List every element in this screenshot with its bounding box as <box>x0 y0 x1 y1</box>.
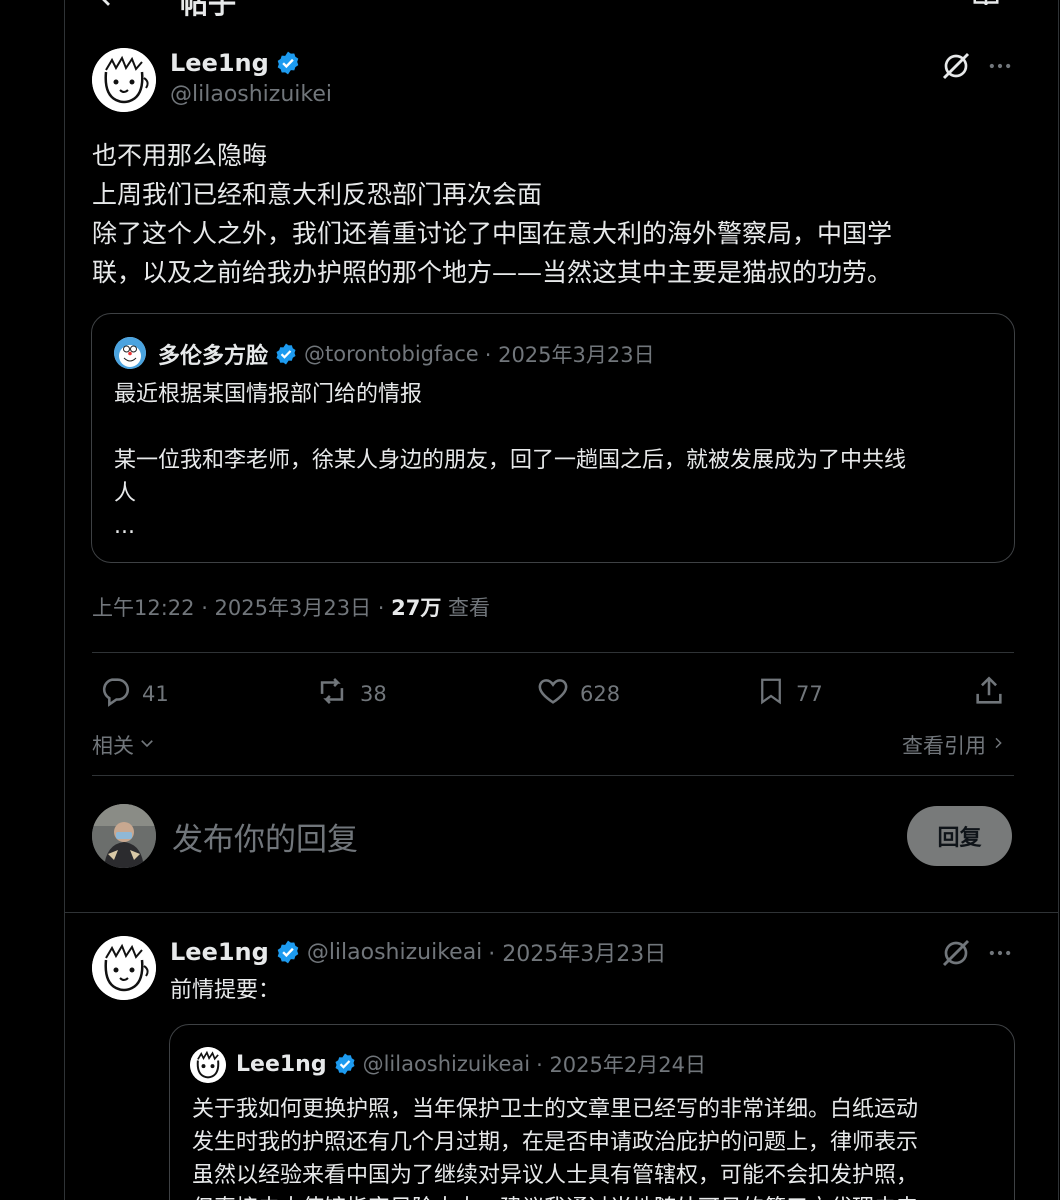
quote-line: 某一位我和李老师，徐某人身边的朋友，回了一趟国之后，就被发展成为了中共线 <box>114 448 907 473</box>
quoted-post[interactable]: Lee1ng @lilaoshizuikeai · 2025年2月24日 关于我… <box>169 1024 1015 1200</box>
avatar[interactable] <box>92 936 156 1000</box>
view-quotes-link[interactable]: 查看引用 <box>902 730 1006 760</box>
user-avatar[interactable] <box>92 804 156 868</box>
like-icon <box>536 674 570 713</box>
quote-date: · 2025年2月24日 <box>536 1053 706 1077</box>
like-count: 628 <box>580 681 621 706</box>
more-icon[interactable] <box>986 939 1014 971</box>
grok-icon[interactable] <box>940 50 972 86</box>
quote-line: 虽然以经验来看中国为了继续对异议人士具有管辖权，可能不会扣发护照， <box>192 1163 919 1188</box>
grok-icon[interactable] <box>940 937 972 973</box>
divider <box>92 652 1014 653</box>
column-left-border <box>64 0 65 1200</box>
avatar[interactable] <box>92 48 156 112</box>
quote-date: · 2025年3月23日 <box>484 343 655 367</box>
reader-icon[interactable] <box>970 0 1002 14</box>
quote-author-handle: @lilaoshizuikeai <box>362 1052 531 1076</box>
reply-text: 前情提要： <box>170 978 281 1003</box>
reply-button[interactable]: 41 <box>98 674 169 713</box>
repost-icon <box>314 674 350 713</box>
post-timestamp[interactable]: 上午12:22 · 2025年3月23日 · <box>92 596 384 620</box>
share-icon[interactable] <box>972 674 1006 712</box>
reply-input[interactable]: 发布你的回复 <box>172 814 358 859</box>
post-date[interactable]: · 2025年3月23日 <box>488 936 666 968</box>
quote-avatar <box>114 337 146 369</box>
verified-badge-icon <box>274 342 298 366</box>
quote-author-name: Lee1ng <box>236 1051 327 1077</box>
quote-line: 最近根据某国情报部门给的情报 <box>114 382 423 407</box>
quote-line: 关于我如何更换护照，当年保护卫士的文章里已经写的非常详细。白纸运动 <box>192 1097 919 1122</box>
divider <box>64 912 1058 913</box>
back-arrow-icon[interactable] <box>92 0 126 16</box>
bookmark-icon <box>756 674 786 713</box>
bookmark-count: 77 <box>796 681 823 706</box>
repost-count: 38 <box>360 681 387 706</box>
post-text: 也不用那么隐晦 上周我们已经和意大利反恐部门再次会面 除了这个人之外，我们还着重… <box>92 136 1032 292</box>
quote-avatar <box>190 1047 226 1083</box>
view-label: 查看 <box>448 596 491 620</box>
post-meta: 上午12:22 · 2025年3月23日 · 27万 查看 <box>92 592 490 622</box>
related-toggle[interactable]: 相关 <box>92 730 156 760</box>
quote-line: 发生时我的护照还有几个月过期，在是否申请政治庇护的问题上，律师表示 <box>192 1130 919 1155</box>
more-icon[interactable] <box>986 52 1014 84</box>
reply-submit-button[interactable]: 回复 <box>907 806 1012 866</box>
column-right-border <box>1058 0 1059 1200</box>
quote-author-handle: @torontobigface <box>304 342 479 366</box>
author-handle[interactable]: @lilaoshizuikeai <box>307 940 482 965</box>
quote-line: 人 <box>114 481 137 506</box>
reply-count: 41 <box>142 681 169 706</box>
view-count: 27万 <box>391 596 442 620</box>
quote-text: 最近根据某国情报部门给的情报 某一位我和李老师，徐某人身边的朋友，回了一趟国之后… <box>114 378 994 543</box>
bookmark-button[interactable]: 77 <box>756 674 823 713</box>
post-line: 上周我们已经和意大利反恐部门再次会面 <box>92 180 543 209</box>
post-line: 也不用那么隐晦 <box>92 141 268 170</box>
quote-text: 关于我如何更换护照，当年保护卫士的文章里已经写的非常详细。白纸运动 发生时我的护… <box>192 1093 1002 1200</box>
author-name[interactable]: Lee1ng <box>170 938 269 966</box>
chevron-right-icon <box>990 733 1006 757</box>
author-handle[interactable]: @lilaoshizuikei <box>170 82 332 107</box>
related-label: 相关 <box>92 734 134 758</box>
chevron-down-icon <box>138 733 156 757</box>
quote-author-name: 多伦多方脸 <box>158 344 269 369</box>
quote-line <box>114 411 994 444</box>
view-quotes-label: 查看引用 <box>902 734 986 758</box>
quoted-post[interactable]: 多伦多方脸 @torontobigface · 2025年3月23日 最近根据某… <box>91 313 1015 563</box>
quote-line: 但直接去大使馆指定风险太大，建议我通过当地随处可见的第三方代理去申 <box>192 1192 1002 1200</box>
divider <box>92 775 1014 776</box>
like-button[interactable]: 628 <box>536 674 620 713</box>
post-line: 除了这个人之外，我们还着重讨论了中国在意大利的海外警察局，中国学 <box>92 219 893 248</box>
verified-badge-icon <box>275 50 301 76</box>
verified-badge-icon <box>333 1052 357 1076</box>
reply-icon <box>98 674 132 713</box>
author-name[interactable]: Lee1ng <box>170 49 269 77</box>
page-title: 帖子 <box>180 0 237 20</box>
repost-button[interactable]: 38 <box>314 674 387 713</box>
quote-line: ... <box>114 514 135 539</box>
post-line: 联，以及之前给我办护照的那个地方——当然这其中主要是猫叔的功劳。 <box>92 258 893 287</box>
verified-badge-icon <box>275 939 301 965</box>
